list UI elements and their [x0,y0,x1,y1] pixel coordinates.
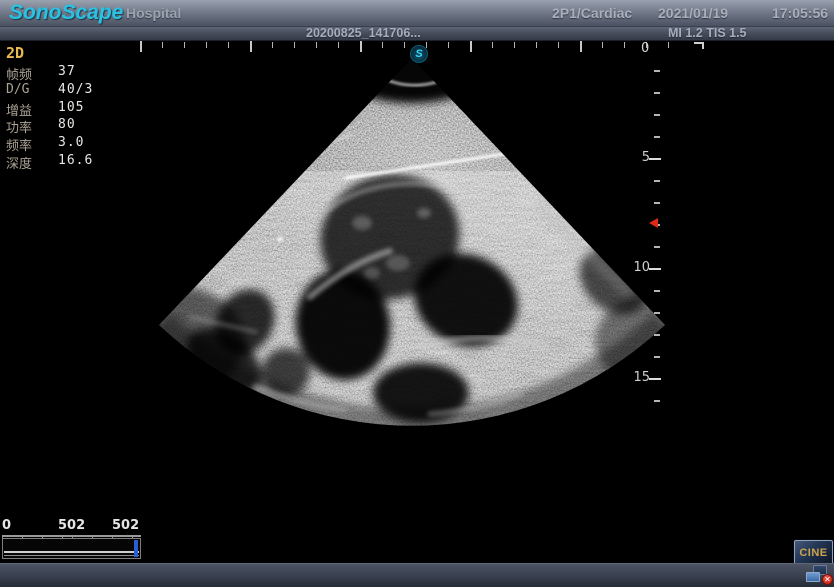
v-ruler-tick [654,290,660,292]
depth-label-5: 5 [628,150,650,165]
v-ruler-tick [649,158,661,160]
h-ruler-tick [668,42,669,48]
ultrasound-screen: SonoScape Hospital 2P1/Cardiac 2021/01/1… [0,0,834,587]
h-ruler-tick [316,42,317,48]
grayscale-bar[interactable] [2,538,141,559]
param-label: D/G [6,82,58,100]
ruler-origin-corner [694,42,704,49]
grayscale-baseline [4,555,139,556]
h-ruler-tick [426,42,427,48]
v-ruler-tick [654,92,660,94]
h-ruler-tick [558,42,559,48]
param-row-framerate: 帧频 37 [6,64,93,82]
v-ruler-tick [654,180,660,182]
h-ruler-tick [250,41,252,52]
grayscale-label-2: 502 [112,518,139,533]
v-ruler-tick [654,114,660,116]
h-ruler-tick [404,42,405,48]
v-ruler-tick [654,312,660,314]
parameter-panel: 2D 帧频 37 D/G 40/3 增益 105 功率 80 频率 3.0 深度… [6,44,93,171]
ruler-origin-label: 0 [641,41,649,56]
grayscale-label-0: 0 [2,518,11,533]
v-ruler-tick [654,136,660,138]
param-row-gain: 增益 105 [6,100,93,118]
h-ruler-tick [272,42,273,48]
param-value: 40/3 [58,82,93,100]
ultrasound-image [0,41,834,563]
param-row-dg: D/G 40/3 [6,82,93,100]
h-ruler-tick [602,42,603,48]
h-ruler-tick [184,42,185,48]
param-value: 3.0 [58,135,84,153]
sub-header-bar: 20200825_141706... MI 1.2 TIS 1.5 [0,27,834,41]
v-ruler-tick [654,246,660,248]
focus-position-marker[interactable] [649,218,658,228]
h-ruler-tick [140,41,142,52]
param-value: 16.6 [58,153,93,171]
h-ruler-tick [580,41,582,52]
h-ruler-tick [448,42,449,48]
grayscale-curve-line [4,551,139,553]
v-ruler-tick [649,268,661,270]
v-ruler-tick [654,334,660,336]
h-ruler-tick [624,42,625,48]
probe-orientation-marker: S [410,45,428,63]
v-ruler-tick [654,70,660,72]
param-value: 80 [58,117,76,135]
h-ruler-tick [492,42,493,48]
v-ruler-tick [654,400,660,402]
hospital-name: Hospital [126,5,181,21]
h-ruler-tick [382,42,383,48]
status-bar [0,563,834,587]
system-time: 17:05:56 [772,5,828,21]
network-icon-local [806,572,820,582]
v-ruler-tick [654,202,660,204]
probe-marker-letter: S [415,48,422,60]
param-label: 深度 [6,153,58,171]
h-ruler-tick [206,42,207,48]
image-area [0,41,834,563]
sonoscape-logo: SonoScape [9,1,123,25]
h-ruler-tick [514,42,515,48]
h-ruler-tick [162,42,163,48]
v-ruler-tick [654,356,660,358]
grayscale-cursor[interactable] [134,540,138,557]
header-bar: SonoScape Hospital 2P1/Cardiac 2021/01/1… [0,0,834,27]
mode-label: 2D [6,44,93,64]
v-ruler-tick [649,378,661,380]
cine-button-label: CINE [799,547,827,559]
param-row-depth: 深度 16.6 [6,153,93,171]
param-row-power: 功率 80 [6,117,93,135]
network-disconnected-icon: ✕ [806,565,833,586]
param-label: 增益 [6,100,58,118]
probe-preset: 2P1/Cardiac [552,5,632,21]
network-error-badge: ✕ [822,574,833,585]
mi-tis-readout: MI 1.2 TIS 1.5 [668,26,747,40]
h-ruler-tick [360,41,362,52]
param-value: 105 [58,100,84,118]
h-ruler-tick [228,42,229,48]
param-label: 功率 [6,117,58,135]
system-date: 2021/01/19 [658,5,728,21]
h-ruler-tick [338,42,339,48]
param-value: 37 [58,64,76,82]
depth-label-10: 10 [628,260,650,275]
h-ruler-tick [470,41,472,52]
param-row-frequency: 频率 3.0 [6,135,93,153]
depth-label-15: 15 [628,370,650,385]
exam-id: 20200825_141706... [306,26,421,40]
grayscale-label-1: 502 [58,518,85,533]
h-ruler-tick [536,42,537,48]
param-label: 频率 [6,135,58,153]
param-label: 帧频 [6,64,58,82]
h-ruler-tick [294,42,295,48]
